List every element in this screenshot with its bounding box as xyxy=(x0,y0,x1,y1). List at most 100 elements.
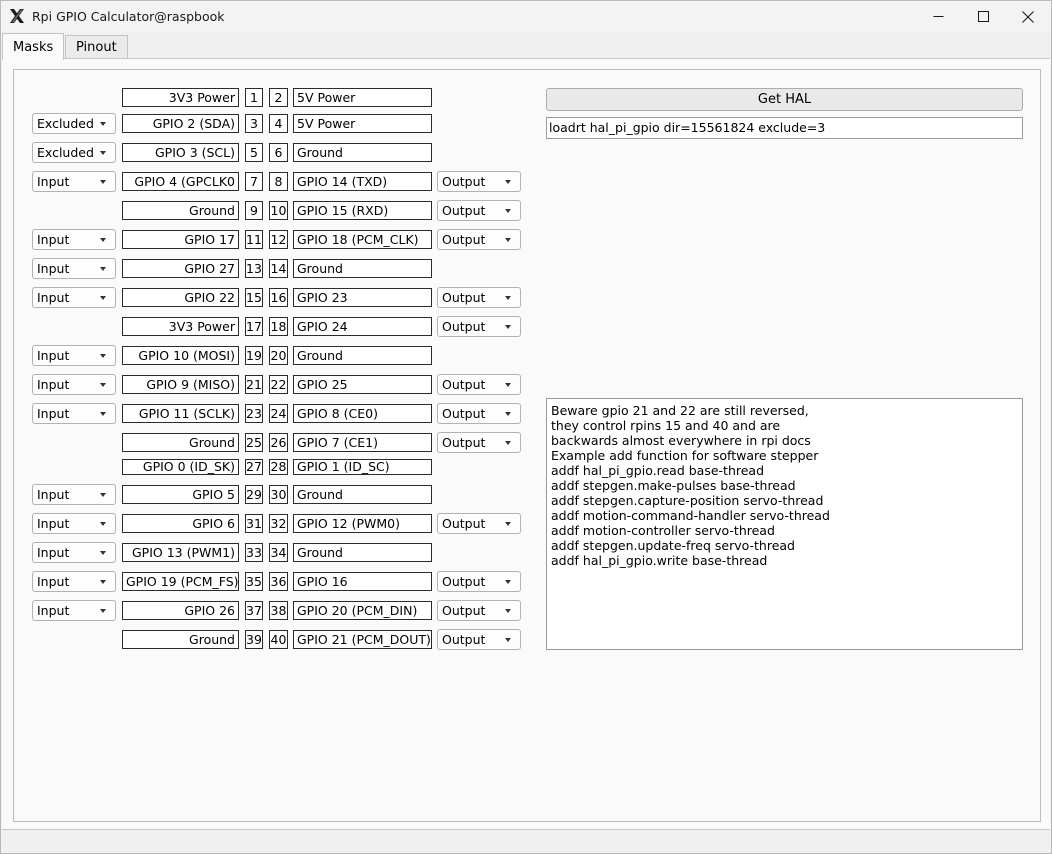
right-mode-select[interactable]: Output xyxy=(437,513,521,534)
left-pin-label: GPIO 19 (PCM_FS) xyxy=(122,572,239,591)
chevron-down-icon xyxy=(100,412,106,416)
left-pin-label: Ground xyxy=(122,433,239,452)
left-mode-select[interactable]: Input xyxy=(32,258,116,279)
left-mode-value: Input xyxy=(37,406,70,421)
left-pin-label: Ground xyxy=(122,630,239,649)
right-pin-label: Ground xyxy=(293,143,432,162)
title-bar: Rpi GPIO Calculator@raspbook xyxy=(1,1,1051,32)
right-mode-value: Output xyxy=(442,319,486,334)
left-mode-select[interactable]: Input xyxy=(32,542,116,563)
left-pin-number: 17 xyxy=(245,317,263,336)
left-pin-number: 39 xyxy=(245,630,263,649)
chevron-down-icon xyxy=(100,151,106,155)
left-mode-value: Input xyxy=(37,377,70,392)
minimize-button[interactable] xyxy=(915,1,961,32)
right-pin-number: 28 xyxy=(269,459,288,475)
right-mode-select[interactable]: Output xyxy=(437,316,521,337)
hal-output-field[interactable]: loadrt hal_pi_gpio dir=15561824 exclude=… xyxy=(546,117,1023,139)
close-button[interactable] xyxy=(1005,1,1051,32)
left-mode-select[interactable]: Input xyxy=(32,345,116,366)
left-mode-select[interactable]: Input xyxy=(32,571,116,592)
left-mode-select[interactable]: Input xyxy=(32,403,116,424)
right-mode-value: Output xyxy=(442,232,486,247)
left-pin-label: GPIO 17 xyxy=(122,230,239,249)
status-bar xyxy=(1,831,1051,853)
right-pin-number: 40 xyxy=(269,630,288,649)
tab-masks[interactable]: Masks xyxy=(2,33,65,60)
right-mode-select[interactable]: Output xyxy=(437,403,521,424)
left-mode-value: Input xyxy=(37,174,70,189)
right-mode-select[interactable]: Output xyxy=(437,171,521,192)
chevron-down-icon xyxy=(505,238,511,242)
right-pin-label: GPIO 12 (PWM0) xyxy=(293,514,432,533)
app-window: Rpi GPIO Calculator@raspbook Masks Pinou… xyxy=(0,0,1052,854)
right-mode-value: Output xyxy=(442,290,486,305)
right-mode-value: Output xyxy=(442,377,486,392)
right-mode-select[interactable]: Output xyxy=(437,432,521,453)
left-mode-value: Input xyxy=(37,603,70,618)
right-pin-number: 18 xyxy=(269,317,288,336)
get-hal-button[interactable]: Get HAL xyxy=(546,88,1023,111)
chevron-down-icon xyxy=(505,609,511,613)
left-pin-label: GPIO 22 xyxy=(122,288,239,307)
left-pin-label: GPIO 11 (SCLK) xyxy=(122,404,239,423)
left-pin-label: GPIO 2 (SDA) xyxy=(122,114,239,133)
right-mode-select[interactable]: Output xyxy=(437,600,521,621)
left-mode-select[interactable]: Input xyxy=(32,287,116,308)
chevron-down-icon xyxy=(100,609,106,613)
right-mode-select[interactable]: Output xyxy=(437,287,521,308)
right-mode-select[interactable]: Output xyxy=(437,374,521,395)
right-mode-select[interactable]: Output xyxy=(437,571,521,592)
right-pin-label: GPIO 7 (CE1) xyxy=(293,433,432,452)
right-pin-label: Ground xyxy=(293,485,432,504)
right-mode-select[interactable]: Output xyxy=(437,229,521,250)
left-pin-label: GPIO 13 (PWM1) xyxy=(122,543,239,562)
left-mode-select[interactable]: Input xyxy=(32,513,116,534)
right-mode-value: Output xyxy=(442,406,486,421)
right-pin-label: GPIO 25 xyxy=(293,375,432,394)
right-pin-number: 24 xyxy=(269,404,288,423)
left-mode-value: Input xyxy=(37,574,70,589)
left-mode-select[interactable]: Input xyxy=(32,229,116,250)
right-pin-number: 8 xyxy=(269,172,288,191)
left-pin-label: GPIO 5 xyxy=(122,485,239,504)
chevron-down-icon xyxy=(100,122,106,126)
right-pin-label: GPIO 1 (ID_SC) xyxy=(293,459,432,475)
left-pin-number: 27 xyxy=(245,459,263,475)
chevron-down-icon xyxy=(100,493,106,497)
chevron-down-icon xyxy=(505,296,511,300)
right-pin-number: 16 xyxy=(269,288,288,307)
left-mode-value: Input xyxy=(37,261,70,276)
notes-textarea[interactable]: Beware gpio 21 and 22 are still reversed… xyxy=(546,398,1023,650)
chevron-down-icon xyxy=(505,580,511,584)
left-pin-number: 7 xyxy=(245,172,263,191)
left-pin-label: GPIO 3 (SCL) xyxy=(122,143,239,162)
left-mode-select[interactable]: Input xyxy=(32,600,116,621)
right-mode-select[interactable]: Output xyxy=(437,629,521,650)
chevron-down-icon xyxy=(100,180,106,184)
left-mode-select[interactable]: Excluded xyxy=(32,113,116,134)
tab-pinout[interactable]: Pinout xyxy=(65,35,128,59)
left-pin-number: 29 xyxy=(245,485,263,504)
window-title: Rpi GPIO Calculator@raspbook xyxy=(32,9,225,24)
maximize-button[interactable] xyxy=(960,1,1006,32)
left-pin-label: GPIO 6 xyxy=(122,514,239,533)
right-mode-select[interactable]: Output xyxy=(437,200,521,221)
right-pin-number: 10 xyxy=(269,201,288,220)
right-mode-value: Output xyxy=(442,516,486,531)
left-pin-label: Ground xyxy=(122,201,239,220)
left-mode-value: Input xyxy=(37,516,70,531)
left-pin-number: 19 xyxy=(245,346,263,365)
left-mode-value: Input xyxy=(37,545,70,560)
right-mode-value: Output xyxy=(442,435,486,450)
left-mode-select[interactable]: Input xyxy=(32,374,116,395)
right-pin-number: 32 xyxy=(269,514,288,533)
left-mode-select[interactable]: Excluded xyxy=(32,142,116,163)
chevron-down-icon xyxy=(505,412,511,416)
right-pin-number: 26 xyxy=(269,433,288,452)
chevron-down-icon xyxy=(100,267,106,271)
left-mode-select[interactable]: Input xyxy=(32,171,116,192)
left-mode-select[interactable]: Input xyxy=(32,484,116,505)
left-pin-number: 23 xyxy=(245,404,263,423)
right-pin-label: Ground xyxy=(293,346,432,365)
